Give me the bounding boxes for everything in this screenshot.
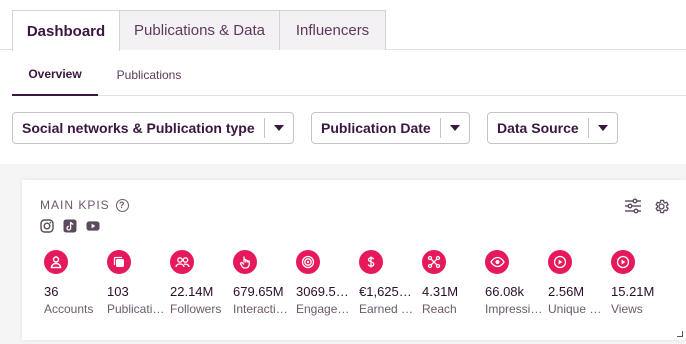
main-kpis-card: MAIN KPIS ? 36 Accounts 103 Publicatio 2… (22, 180, 686, 340)
followers-icon (170, 250, 194, 274)
kpi-value: 2.56M (548, 284, 585, 299)
instagram-icon (40, 219, 54, 233)
tab-publications-data[interactable]: Publications & Data (119, 10, 280, 50)
unique-views-icon (548, 250, 572, 274)
kpi-accounts[interactable]: 36 Accounts (44, 250, 102, 316)
tiktok-icon (63, 219, 77, 233)
kpi-value: €1,625… (359, 284, 412, 299)
main-tabs: Dashboard Publications & Data Influencer… (0, 0, 686, 51)
kpi-value: 15.21M (611, 284, 655, 299)
kpi-publications[interactable]: 103 Publications (107, 250, 165, 316)
kpi-label: Accounts (44, 302, 94, 316)
youtube-icon (86, 219, 100, 233)
kpi-label: Interactions (233, 302, 291, 316)
kpi-unique-views[interactable]: 2.56M Unique Views (548, 250, 606, 316)
impressions-icon (485, 250, 509, 274)
earned-icon (359, 250, 383, 274)
kpi-interactions[interactable]: 679.65M Interactions (233, 250, 291, 316)
filter-label: Social networks & Publication type (22, 120, 255, 136)
filter-label: Publication Date (321, 120, 431, 136)
filter-sliders-icon[interactable] (624, 197, 642, 215)
kpi-value: 3069.5… (296, 284, 349, 299)
kpi-value: 22.14M (170, 284, 214, 299)
kpi-label: Views (611, 302, 643, 316)
chevron-down-icon[interactable] (441, 125, 469, 131)
tab-dashboard[interactable]: Dashboard (12, 10, 120, 51)
interactions-icon (233, 250, 257, 274)
kpi-value: 679.65M (233, 284, 284, 299)
kpi-reach[interactable]: 4.31M Reach (422, 250, 480, 316)
card-actions (624, 197, 670, 215)
filter-label: Data Source (497, 120, 579, 136)
resize-handle[interactable] (677, 331, 683, 337)
kpi-label: Unique Views (548, 302, 606, 316)
kpi-value: 4.31M (422, 284, 459, 299)
card-title: MAIN KPIS ? (40, 198, 129, 212)
engagement-icon (296, 250, 320, 274)
gear-icon[interactable] (652, 197, 670, 215)
tab-influencers[interactable]: Influencers (279, 10, 386, 50)
kpi-label: Earned Media (359, 302, 417, 316)
publication-date-filter[interactable]: Publication Date (311, 112, 470, 144)
publications-icon (107, 250, 131, 274)
kpi-engagement[interactable]: 3069.5… Engagement (296, 250, 354, 316)
chevron-down-icon[interactable] (265, 125, 293, 131)
subtab-overview[interactable]: Overview (12, 54, 98, 96)
reach-icon (422, 250, 446, 274)
kpi-label: Publications (107, 302, 165, 316)
kpi-impressions[interactable]: 66.08k Impressions (485, 250, 543, 316)
kpi-label: Reach (422, 302, 457, 316)
help-icon[interactable]: ? (115, 198, 129, 212)
card-title-text: MAIN KPIS (40, 198, 110, 212)
kpi-value: 103 (107, 284, 129, 299)
kpi-views[interactable]: 15.21M Views (611, 250, 669, 316)
subtab-publications[interactable]: Publications (104, 54, 194, 96)
data-source-filter[interactable]: Data Source (487, 112, 618, 144)
kpi-label: Followers (170, 302, 222, 316)
kpi-label: Engagement (296, 302, 354, 316)
social-networks-filter[interactable]: Social networks & Publication type (12, 112, 294, 144)
account-icon (44, 250, 68, 274)
kpi-value: 66.08k (485, 284, 525, 299)
chevron-down-icon[interactable] (589, 125, 617, 131)
kpi-label: Impressions (485, 302, 543, 316)
kpi-earned-media[interactable]: €1,625… Earned Media (359, 250, 417, 316)
network-icons (40, 219, 100, 233)
sub-tabs: Overview Publications (12, 54, 686, 96)
views-icon (611, 250, 635, 274)
kpi-followers[interactable]: 22.14M Followers (170, 250, 228, 316)
kpi-value: 36 (44, 284, 59, 299)
